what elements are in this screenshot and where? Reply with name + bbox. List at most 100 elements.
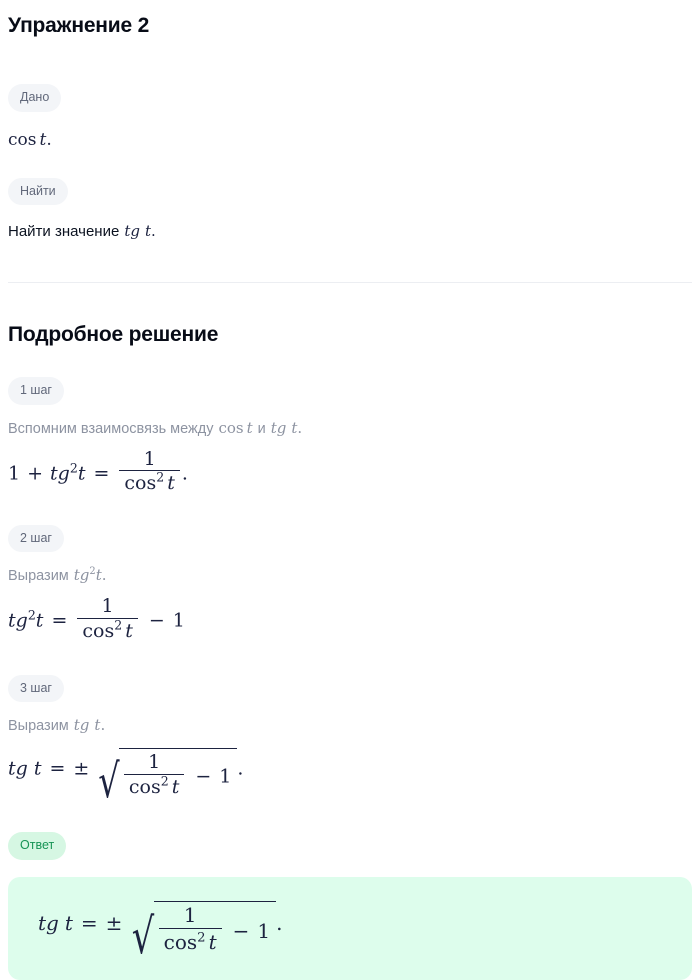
period-symbol: . bbox=[46, 129, 52, 150]
period-symbol: . bbox=[101, 566, 107, 585]
given-badge: Дано bbox=[8, 84, 62, 112]
fraction-numerator: 1 bbox=[101, 595, 114, 618]
step-2-formula-math: tg2t = 1 cos2 t −1 bbox=[8, 596, 692, 642]
fraction-numerator: 1 bbox=[148, 751, 161, 774]
step-3-description-text: Выразим bbox=[8, 718, 69, 735]
exponent-two: 2 bbox=[197, 929, 206, 945]
find-badge: Найти bbox=[8, 177, 68, 205]
plus-symbol: + bbox=[27, 462, 44, 485]
exponent-two: 2 bbox=[27, 607, 36, 623]
step-3-formula-math: tg t = ± √ 1 cos2 t −1. bbox=[8, 748, 692, 808]
answer-block: Ответ bbox=[8, 832, 692, 860]
equals-symbol: = bbox=[93, 462, 110, 485]
step-2-description: Выразим tg2t. bbox=[8, 565, 692, 586]
find-math: tg t. bbox=[124, 221, 155, 241]
square-root: √ 1 cos2 t −1 bbox=[89, 748, 238, 808]
step-3-badge: 3 шаг bbox=[8, 674, 64, 703]
variable-t: t bbox=[77, 462, 86, 485]
exponent-two: 2 bbox=[114, 617, 123, 633]
step-3-formula: tg t = ± √ 1 cos2 t −1. bbox=[8, 748, 692, 808]
period-symbol: . bbox=[276, 910, 283, 935]
one-symbol: 1 bbox=[219, 765, 232, 788]
find-statement: Найти значение tg t. bbox=[8, 221, 692, 242]
step-1-badge: 1 шаг bbox=[8, 377, 64, 405]
step-1-description-text: Вспомним взаимосвязь между bbox=[8, 420, 214, 437]
step-2-formula: tg2t = 1 cos2 t −1 bbox=[8, 596, 692, 642]
period-symbol: . bbox=[100, 716, 106, 735]
exercise-page: Упражнение 2 Дано cos t. Найти Найти знач… bbox=[0, 0, 700, 980]
exponent-two: 2 bbox=[160, 773, 169, 789]
square-root: √ 1 cos2 t −1 bbox=[122, 900, 277, 961]
fraction-numerator: 1 bbox=[143, 447, 156, 470]
tg-symbol: tg bbox=[8, 609, 28, 632]
cos-symbol: cos bbox=[163, 929, 198, 954]
given-math: cos t. bbox=[8, 130, 692, 150]
fraction: 1 cos2 t bbox=[158, 902, 222, 954]
fraction-denominator: cos2 t bbox=[77, 617, 138, 643]
minus-symbol: − bbox=[195, 765, 212, 788]
tg-symbol: tg bbox=[124, 222, 140, 240]
solution-heading: Подробное решение bbox=[8, 323, 219, 346]
variable-t: t bbox=[35, 609, 44, 632]
step-1-description: Вспомним взаимосвязь между cos t и tg t. bbox=[8, 418, 692, 439]
tg-symbol: tg bbox=[50, 462, 70, 485]
period-symbol: . bbox=[297, 418, 303, 437]
step-2-badge: 2 шаг bbox=[8, 524, 64, 553]
step-1-block: 1 шаг bbox=[8, 377, 692, 405]
step-1-inline-math-1: cos t bbox=[218, 418, 252, 438]
fraction-denominator: cos2 t bbox=[158, 927, 222, 954]
find-block: Найти bbox=[8, 177, 692, 205]
variable-t: t bbox=[33, 757, 42, 780]
minus-symbol: − bbox=[148, 609, 165, 632]
step-1-formula-math: 1 + tg2t = 1 cos2 t. bbox=[8, 447, 692, 495]
equals-symbol: = bbox=[49, 757, 66, 780]
equals-symbol: = bbox=[80, 910, 98, 935]
answer-badge: Ответ bbox=[8, 832, 67, 860]
tg-symbol: tg bbox=[270, 418, 287, 437]
fraction: 1 cos2 t bbox=[119, 447, 180, 495]
fraction-denominator: cos2 t bbox=[119, 470, 180, 495]
cos-symbol: cos bbox=[218, 418, 244, 437]
tg-symbol: tg bbox=[73, 566, 90, 585]
period-symbol: . bbox=[150, 222, 156, 240]
step-3-description: Выразим tg t. bbox=[8, 715, 692, 736]
radical-icon: √ bbox=[98, 753, 120, 808]
answer-box: tg t = ± √ 1 cos2 t −1. bbox=[8, 876, 692, 980]
radicand: 1 cos2 t − 1 bbox=[153, 900, 277, 954]
step-2-block: 2 шаг bbox=[8, 524, 692, 553]
cos-symbol: cos bbox=[8, 129, 37, 150]
step-3-block: 3 шаг bbox=[8, 674, 692, 703]
minus-symbol: − bbox=[232, 919, 250, 944]
fraction-numerator: 1 bbox=[183, 902, 197, 927]
cos-symbol: cos bbox=[124, 472, 157, 495]
fraction: 1 cos2 t bbox=[77, 595, 138, 643]
page-title: Упражнение 2 bbox=[8, 14, 150, 37]
step-2-inline-math: tg2t. bbox=[74, 565, 107, 585]
given-block: Дано bbox=[8, 84, 692, 112]
cos-symbol: cos bbox=[82, 619, 115, 642]
cos-symbol: cos bbox=[128, 775, 161, 798]
answer-formula-math: tg t = ± √ 1 cos2 t −1. bbox=[38, 900, 662, 961]
step-1-conjunction: и bbox=[257, 420, 266, 437]
fraction: 1 cos2 t bbox=[123, 751, 185, 799]
period-symbol: . bbox=[237, 757, 244, 780]
variable-t: t bbox=[246, 418, 253, 437]
step-2-description-text: Выразим bbox=[8, 568, 69, 585]
fraction-denominator: cos2 t bbox=[123, 773, 185, 799]
variable-t: t bbox=[208, 929, 217, 954]
tg-symbol: tg bbox=[38, 910, 59, 935]
tg-symbol: tg bbox=[73, 716, 90, 735]
variable-t: t bbox=[64, 910, 73, 935]
given-formula: cos t. bbox=[8, 130, 692, 150]
equals-symbol: = bbox=[51, 609, 68, 632]
variable-t: t bbox=[125, 619, 133, 642]
plus-minus-symbol: ± bbox=[105, 910, 123, 935]
one-symbol: 1 bbox=[8, 462, 21, 485]
one-symbol: 1 bbox=[172, 609, 185, 632]
step-3-inline-math: tg t. bbox=[74, 715, 105, 735]
step-1-inline-math-2: tg t. bbox=[271, 418, 302, 438]
tg-symbol: tg bbox=[8, 757, 28, 780]
period-symbol: . bbox=[181, 462, 188, 485]
find-statement-text: Найти значение bbox=[8, 223, 120, 240]
variable-t: t bbox=[167, 472, 175, 495]
